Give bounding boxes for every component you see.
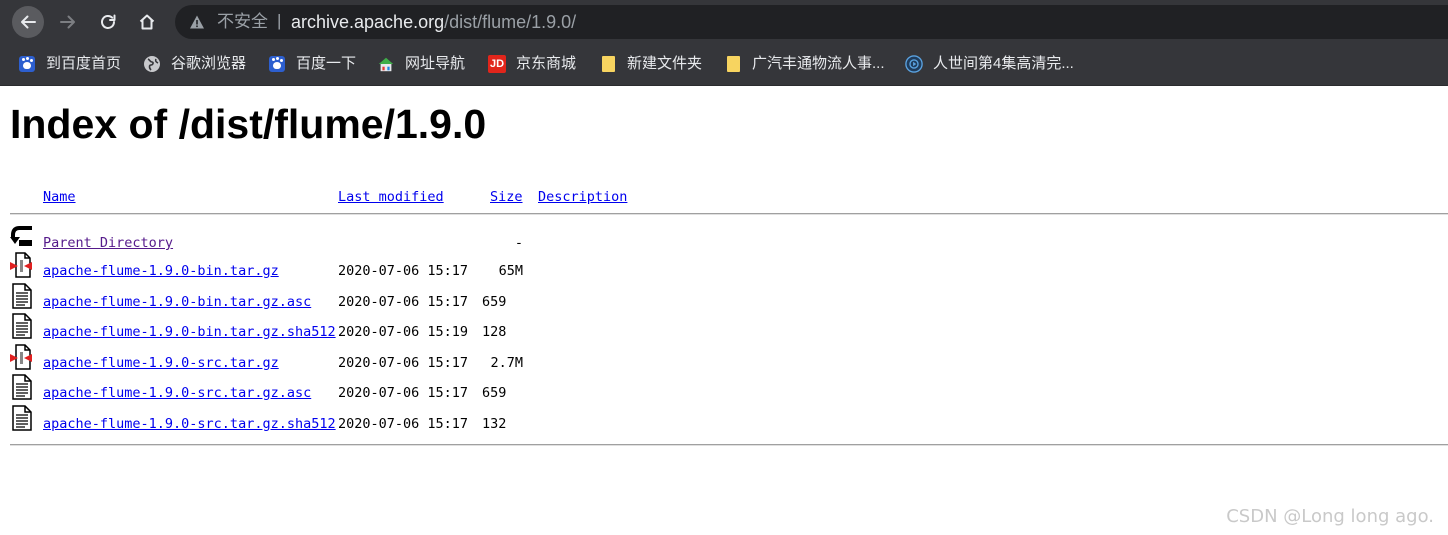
bookmark-baidu-search[interactable]: 百度一下: [268, 53, 356, 75]
bookmark-label: 新建文件夹: [627, 55, 703, 72]
folder-icon: [724, 55, 742, 73]
url-path: /dist/flume/1.9.0/: [444, 12, 577, 32]
bookmarks-bar: 到百度首页 谷歌浏览器 百度一下 网址导航 JD 京东商城 新建文件夹 广汽丰通…: [0, 44, 1448, 86]
file-modified: 2020-07-06 15:17: [338, 416, 469, 432]
list-item: apache-flume-1.9.0-src.tar.gz 2020-07-06…: [10, 344, 1010, 376]
reload-icon: [101, 14, 116, 29]
bookmark-video[interactable]: 人世间第4集高清完...: [905, 53, 1074, 75]
arrow-left-icon: [21, 15, 36, 29]
bookmark-jd[interactable]: JD 京东商城: [488, 53, 576, 75]
parent-directory-link[interactable]: Parent Directory: [43, 234, 173, 252]
baidu-paw-icon: [268, 55, 286, 73]
compressed-file-icon: [10, 344, 32, 370]
file-modified: 2020-07-06 15:17: [338, 263, 469, 279]
text-file-icon: [12, 313, 32, 339]
header-divider: [10, 213, 1448, 215]
bookmark-label: 谷歌浏览器: [171, 55, 247, 72]
forward-button[interactable]: [52, 6, 84, 38]
file-modified: 2020-07-06 15:17: [338, 355, 469, 371]
file-size: 2.7M: [490, 355, 523, 371]
file-link[interactable]: apache-flume-1.9.0-src.tar.gz.sha512: [43, 415, 336, 433]
file-link[interactable]: apache-flume-1.9.0-bin.tar.gz.sha512: [43, 323, 336, 341]
file-link[interactable]: apache-flume-1.9.0-bin.tar.gz: [43, 262, 279, 280]
bookmark-baidu-home[interactable]: 到百度首页: [18, 53, 121, 75]
file-size: 132: [482, 416, 507, 432]
list-item-parent: Parent Directory -: [10, 224, 1010, 254]
url-host: archive.apache.org: [291, 12, 445, 32]
folder-icon: [599, 55, 617, 73]
arrow-right-icon: [60, 15, 75, 29]
listing-header: Name Last modified Size Description: [10, 188, 1010, 206]
baidu-paw-icon: [18, 55, 36, 73]
bookmark-label: 到百度首页: [46, 55, 122, 72]
text-file-icon: [12, 283, 32, 309]
bookmark-label: 百度一下: [296, 55, 357, 72]
security-status[interactable]: 不安全: [217, 12, 268, 32]
bookmark-google-browser[interactable]: 谷歌浏览器: [143, 53, 246, 75]
list-item: apache-flume-1.9.0-bin.tar.gz.asc 2020-0…: [10, 283, 1010, 315]
list-item: apache-flume-1.9.0-src.tar.gz.sha512 202…: [10, 405, 1010, 437]
address-bar[interactable]: 不安全 | archive.apache.org/dist/flume/1.9.…: [175, 5, 1448, 39]
home-icon: [139, 14, 155, 30]
page-title: Index of /dist/flume/1.9.0: [10, 101, 487, 147]
house-icon: [377, 55, 395, 73]
back-arrow-icon: [10, 226, 32, 246]
bookmark-label: 广汽丰通物流人事...: [752, 55, 885, 72]
back-button[interactable]: [12, 6, 44, 38]
text-file-icon: [12, 374, 32, 400]
url-text[interactable]: archive.apache.org/dist/flume/1.9.0/: [291, 12, 576, 32]
file-link[interactable]: apache-flume-1.9.0-bin.tar.gz.asc: [43, 293, 311, 311]
csdn-watermark: CSDN @Long long ago.: [1226, 506, 1434, 527]
home-button[interactable]: [131, 6, 163, 38]
file-size: 659: [482, 385, 507, 401]
bookmark-label: 人世间第4集高清完...: [933, 55, 1074, 72]
column-size-link[interactable]: Size: [490, 188, 523, 206]
bookmark-gac-folder[interactable]: 广汽丰通物流人事...: [724, 53, 885, 75]
column-description-link[interactable]: Description: [538, 188, 627, 206]
column-last-modified-link[interactable]: Last modified: [338, 188, 444, 206]
file-link[interactable]: apache-flume-1.9.0-src.tar.gz.asc: [43, 384, 311, 402]
file-size: 128: [482, 324, 507, 340]
video-icon: [905, 55, 923, 73]
globe-icon: [143, 55, 161, 73]
bookmark-web-nav[interactable]: 网址导航: [377, 53, 465, 75]
file-link[interactable]: apache-flume-1.9.0-src.tar.gz: [43, 354, 279, 372]
list-item: apache-flume-1.9.0-src.tar.gz.asc 2020-0…: [10, 374, 1010, 406]
file-modified: 2020-07-06 15:17: [338, 294, 469, 310]
bookmark-new-folder[interactable]: 新建文件夹: [599, 53, 702, 75]
list-item: apache-flume-1.9.0-bin.tar.gz 2020-07-06…: [10, 252, 1010, 284]
bookmark-label: 网址导航: [405, 55, 466, 72]
text-file-icon: [12, 405, 32, 431]
reload-button[interactable]: [92, 6, 124, 38]
footer-divider: [10, 444, 1448, 446]
browser-toolbar: 不安全 | archive.apache.org/dist/flume/1.9.…: [0, 0, 1448, 44]
list-item: apache-flume-1.9.0-bin.tar.gz.sha512 202…: [10, 313, 1010, 345]
file-size: 659: [482, 294, 507, 310]
file-modified: 2020-07-06 15:17: [338, 385, 469, 401]
jd-icon: JD: [488, 55, 506, 73]
parent-size: -: [514, 235, 523, 251]
bookmark-label: 京东商城: [516, 55, 577, 72]
address-separator: |: [277, 11, 282, 30]
column-name-link[interactable]: Name: [43, 188, 76, 206]
file-modified: 2020-07-06 15:19: [338, 324, 469, 340]
file-size: 65M: [498, 263, 523, 279]
compressed-file-icon: [10, 252, 32, 278]
warning-icon: [190, 15, 204, 29]
